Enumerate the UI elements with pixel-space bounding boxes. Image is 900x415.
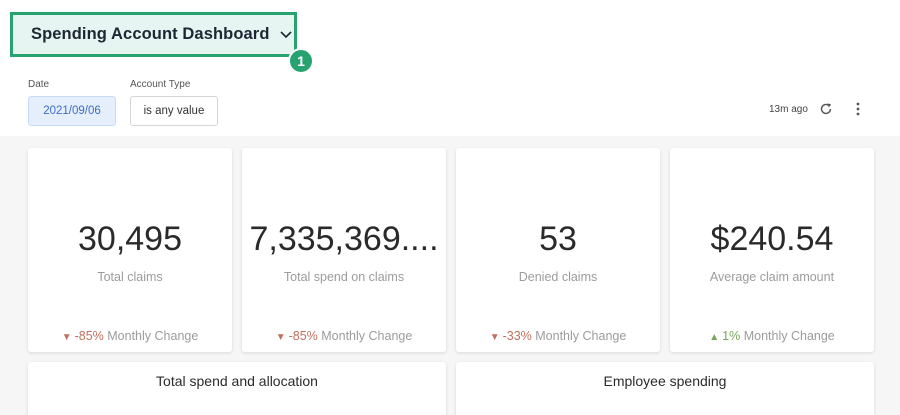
panel-title: Total spend and allocation	[156, 373, 318, 389]
dashboard-title: Spending Account Dashboard	[31, 25, 270, 43]
kpi-label: Total spend on claims	[283, 270, 405, 284]
date-filter-label: Date	[28, 79, 50, 90]
kpi-change-label: Monthly Change	[743, 329, 835, 343]
kpi-change: ▲ 1% Monthly Change	[670, 329, 874, 343]
kpi-label: Denied claims	[518, 270, 598, 284]
kpi-value: 7,335,369....	[249, 220, 439, 258]
kpi-label: Average claim amount	[709, 270, 835, 284]
more-vert-icon[interactable]	[852, 101, 864, 117]
kpi-value: 53	[539, 220, 577, 258]
kpi-change: ▼ -85% Monthly Change	[242, 329, 446, 343]
step-badge: 1	[288, 48, 314, 74]
kpi-card-total-spend[interactable]: 7,335,369.... Total spend on claims ▼ -85…	[242, 148, 446, 352]
kpi-change-value: -85%	[74, 329, 104, 343]
kpi-label: Total claims	[97, 270, 163, 284]
panel-total-spend-allocation[interactable]: Total spend and allocation	[28, 362, 446, 415]
chevron-down-icon	[279, 30, 292, 38]
trend-down-icon: ▼	[275, 332, 286, 343]
kpi-change: ▼ -85% Monthly Change	[28, 329, 232, 343]
kpi-change-value: -85%	[288, 329, 318, 343]
kpi-change-value: 1%	[722, 329, 741, 343]
panel-title: Employee spending	[603, 373, 727, 389]
trend-up-icon: ▲	[709, 332, 720, 343]
trend-down-icon: ▼	[489, 332, 500, 343]
kpi-change-label: Monthly Change	[107, 329, 199, 343]
kpi-value: $240.54	[710, 220, 834, 258]
kpi-change: ▼ -33% Monthly Change	[456, 329, 660, 343]
trend-down-icon: ▼	[61, 332, 72, 343]
kpi-card-average-claim[interactable]: $240.54 Average claim amount ▲ 1% Monthly…	[670, 148, 874, 352]
last-updated-text: 13m ago	[769, 104, 808, 115]
kpi-card-total-claims[interactable]: 30,495 Total claims ▼ -85% Monthly Change	[28, 148, 232, 352]
account-type-filter-label: Account Type	[130, 79, 191, 90]
refresh-icon[interactable]	[819, 102, 833, 116]
date-filter[interactable]: 2021/09/06	[28, 96, 116, 126]
kpi-change-label: Monthly Change	[321, 329, 413, 343]
dashboard-title-dropdown[interactable]: Spending Account Dashboard	[10, 12, 297, 57]
kpi-change-label: Monthly Change	[535, 329, 627, 343]
account-type-filter[interactable]: is any value	[130, 96, 218, 126]
kpi-change-value: -33%	[502, 329, 532, 343]
kpi-value: 30,495	[78, 220, 182, 258]
kpi-card-denied-claims[interactable]: 53 Denied claims ▼ -33% Monthly Change	[456, 148, 660, 352]
panel-employee-spending[interactable]: Employee spending	[456, 362, 874, 415]
